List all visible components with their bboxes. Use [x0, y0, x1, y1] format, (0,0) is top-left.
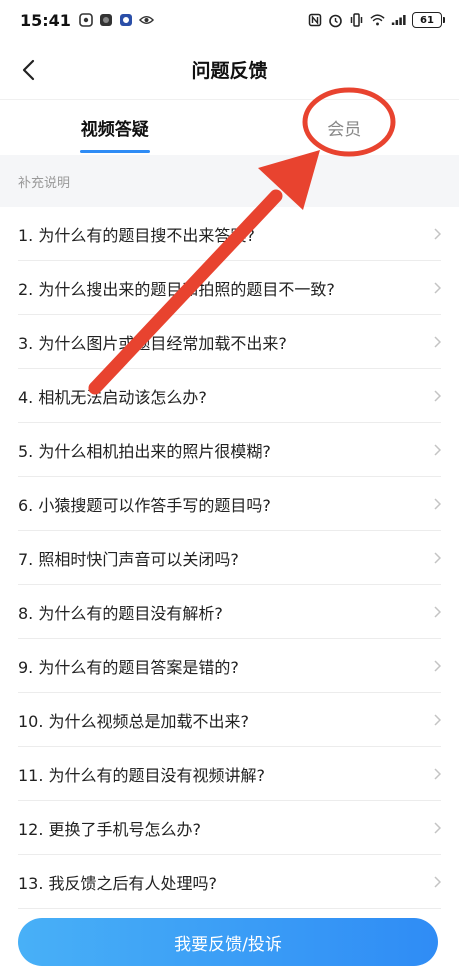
vibrate-icon: [349, 13, 364, 28]
chevron-right-icon: [429, 389, 441, 403]
faq-item[interactable]: 4. 相机无法启动该怎么办?: [0, 369, 459, 423]
alarm-icon: [328, 13, 343, 28]
chevron-right-icon: [429, 551, 441, 565]
signal-icon: [391, 13, 406, 28]
nfc-icon: [307, 13, 322, 28]
faq-item[interactable]: 2. 为什么搜出来的题目和拍照的题目不一致?: [0, 261, 459, 315]
chevron-right-icon: [429, 659, 441, 673]
faq-item[interactable]: 9. 为什么有的题目答案是错的?: [0, 639, 459, 693]
chevron-right-icon: [429, 227, 441, 241]
tab-video-qa[interactable]: 视频答疑: [0, 100, 230, 155]
faq-item[interactable]: 11. 为什么有的题目没有视频讲解?: [0, 747, 459, 801]
chevron-right-icon: [429, 821, 441, 835]
gallery-notification-icon: [79, 13, 94, 28]
faq-item[interactable]: 7. 照相时快门声音可以关闭吗?: [0, 531, 459, 585]
faq-item[interactable]: 5. 为什么相机拍出来的照片很模糊?: [0, 423, 459, 477]
faq-item-text: 11. 为什么有的题目没有视频讲解?: [18, 766, 266, 785]
faq-item[interactable]: 3. 为什么图片或题目经常加载不出来?: [0, 315, 459, 369]
faq-list: 1. 为什么有的题目搜不出来答案? 2. 为什么搜出来的题目和拍照的题目不一致? 3…: [0, 207, 459, 909]
feedback-complaint-button[interactable]: 我要反馈/投诉: [18, 918, 438, 966]
faq-item[interactable]: 1. 为什么有的题目搜不出来答案?: [0, 207, 459, 261]
section-header: 补充说明: [0, 155, 459, 207]
faq-item-text: 1. 为什么有的题目搜不出来答案?: [18, 226, 255, 245]
faq-item[interactable]: 10. 为什么视频总是加载不出来?: [0, 693, 459, 747]
chevron-right-icon: [429, 605, 441, 619]
faq-item[interactable]: 8. 为什么有的题目没有解析?: [0, 585, 459, 639]
chevron-right-icon: [429, 335, 441, 349]
app-notification-icon: [99, 13, 114, 28]
faq-item-text: 5. 为什么相机拍出来的照片很模糊?: [18, 442, 271, 461]
chevron-right-icon: [429, 713, 441, 727]
faq-item[interactable]: 13. 我反馈之后有人处理吗?: [0, 855, 459, 909]
tab-membership[interactable]: 会员: [230, 100, 459, 155]
chevron-right-icon: [429, 443, 441, 457]
faq-item-text: 7. 照相时快门声音可以关闭吗?: [18, 550, 239, 569]
chevron-right-icon: [429, 497, 441, 511]
battery-icon: 61: [412, 12, 445, 28]
battery-level: 61: [412, 12, 442, 28]
eye-icon: [138, 13, 154, 28]
chevron-right-icon: [429, 875, 441, 889]
faq-item-text: 3. 为什么图片或题目经常加载不出来?: [18, 334, 287, 353]
faq-item-text: 9. 为什么有的题目答案是错的?: [18, 658, 239, 677]
tab-bar: 视频答疑 会员: [0, 100, 459, 155]
browser-notification-icon: [119, 13, 134, 28]
navigation-bar: 问题反馈: [0, 40, 459, 100]
page-title: 问题反馈: [191, 60, 268, 82]
chevron-right-icon: [429, 281, 441, 295]
faq-item-text: 12. 更换了手机号怎么办?: [18, 820, 202, 839]
faq-item[interactable]: 6. 小猿搜题可以作答手写的题目吗?: [0, 477, 459, 531]
status-system-icons: 61: [307, 12, 445, 28]
faq-item-text: 6. 小猿搜题可以作答手写的题目吗?: [18, 496, 271, 515]
faq-item-text: 13. 我反馈之后有人处理吗?: [18, 874, 218, 893]
chevron-right-icon: [429, 767, 441, 781]
faq-item-text: 8. 为什么有的题目没有解析?: [18, 604, 223, 623]
wifi-icon: [370, 13, 385, 28]
status-notification-icons: [79, 13, 154, 28]
faq-item-text: 10. 为什么视频总是加载不出来?: [18, 712, 250, 731]
faq-item-text: 4. 相机无法启动该怎么办?: [18, 388, 207, 407]
status-time: 15:41: [20, 10, 71, 30]
back-button[interactable]: [10, 52, 46, 88]
status-bar: 15:41 61: [0, 0, 459, 40]
faq-item[interactable]: 12. 更换了手机号怎么办?: [0, 801, 459, 855]
faq-item-text: 2. 为什么搜出来的题目和拍照的题目不一致?: [18, 280, 335, 299]
back-arrow-icon: [22, 59, 35, 81]
